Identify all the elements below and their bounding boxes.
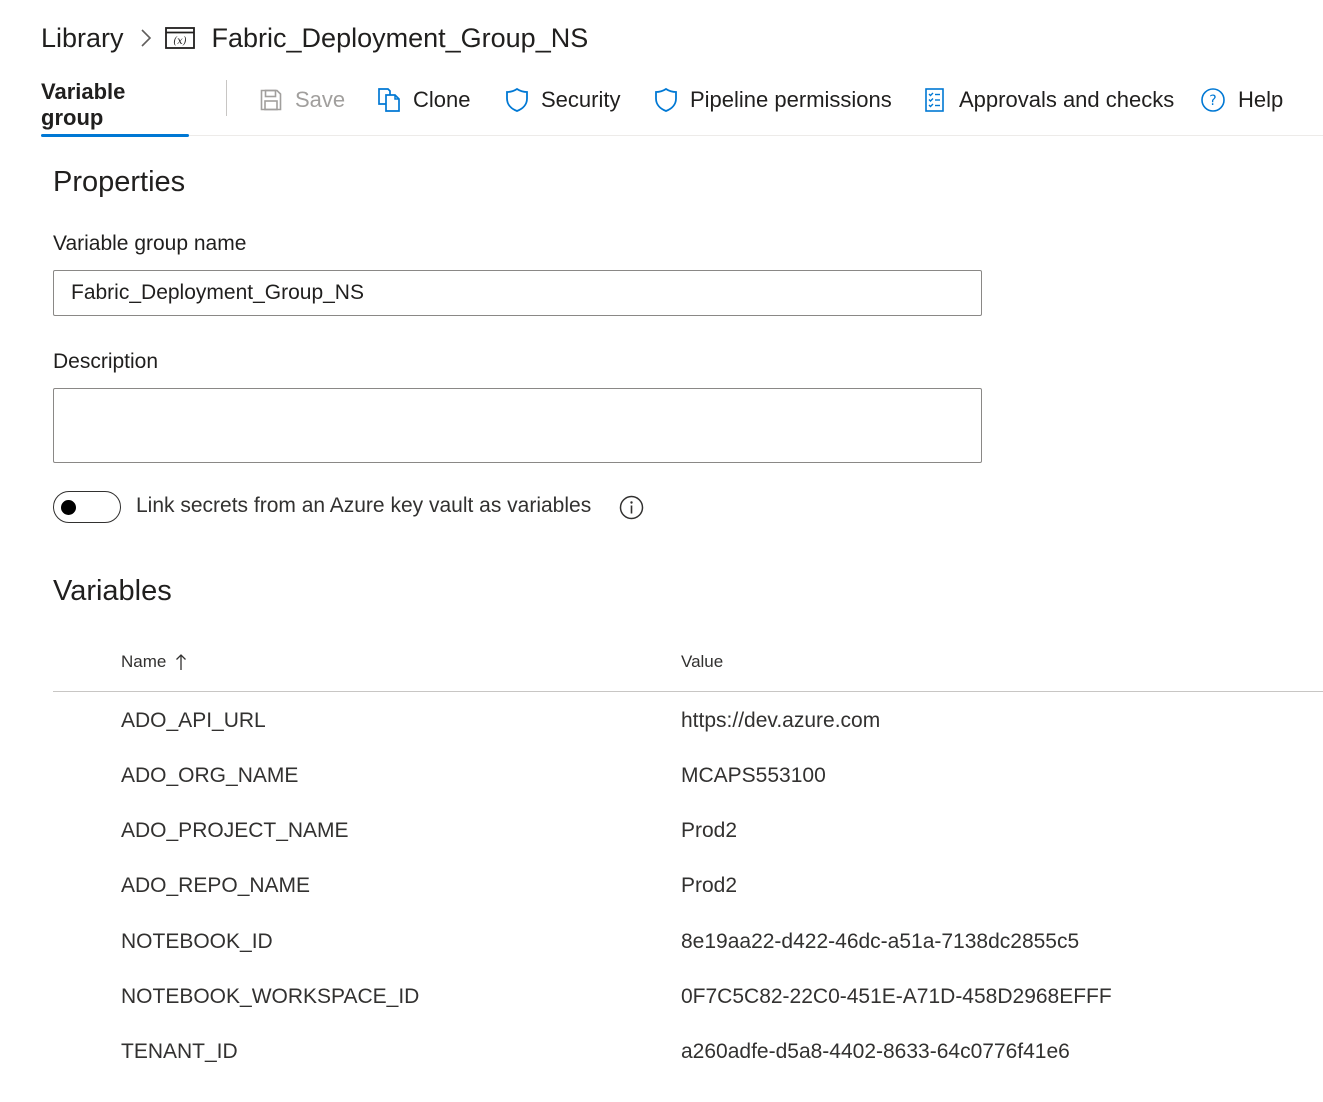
tab-active-indicator — [41, 134, 189, 137]
variable-name-cell: ADO_PROJECT_NAME — [121, 819, 349, 842]
approvals-and-checks-button[interactable]: Approvals and checks — [923, 76, 1174, 124]
column-header-name[interactable]: Name — [121, 652, 187, 672]
variables-heading: Variables — [53, 575, 172, 607]
variable-name-cell: TENANT_ID — [121, 1040, 238, 1063]
pipeline-permissions-button[interactable]: Pipeline permissions — [654, 76, 892, 124]
approvals-and-checks-button-label: Approvals and checks — [959, 87, 1175, 112]
toolbar: Variable group Save Clone Security Pipel… — [41, 76, 1323, 137]
variable-group-name-input[interactable] — [53, 270, 982, 316]
shield-icon — [654, 87, 678, 113]
save-button-label: Save — [295, 87, 346, 112]
table-row[interactable]: ADO_ORG_NAME MCAPS553100 — [53, 748, 1323, 803]
properties-heading: Properties — [53, 166, 186, 198]
description-label: Description — [53, 350, 159, 373]
toggle-knob — [61, 500, 76, 515]
variable-group-name-label: Variable group name — [53, 232, 247, 255]
variable-value-cell: Prod2 — [681, 874, 738, 897]
variable-name-cell: ADO_REPO_NAME — [121, 874, 311, 897]
column-header-value: Value — [681, 652, 723, 672]
security-button-label: Security — [541, 87, 621, 112]
svg-text:?: ? — [1209, 93, 1216, 109]
chevron-right-icon — [140, 29, 152, 47]
variable-name-cell: NOTEBOOK_WORKSPACE_ID — [121, 985, 420, 1008]
shield-icon — [505, 87, 529, 113]
clone-button-label: Clone — [413, 87, 471, 112]
save-icon — [259, 88, 283, 112]
info-icon[interactable] — [619, 495, 644, 520]
variable-name-cell: NOTEBOOK_ID — [121, 930, 273, 953]
clone-icon — [377, 87, 401, 113]
variable-value-cell: a260adfe-d5a8-4402-8633-64c0776f41e6 — [681, 1040, 1070, 1063]
table-row[interactable]: ADO_API_URL https://dev.azure.com — [53, 693, 1323, 748]
security-button[interactable]: Security — [505, 76, 620, 124]
keyvault-toggle-label: Link secrets from an Azure key vault as … — [136, 494, 592, 517]
pipeline-permissions-button-label: Pipeline permissions — [690, 87, 892, 112]
table-row[interactable]: NOTEBOOK_WORKSPACE_ID 0F7C5C82-22C0-451E… — [53, 969, 1323, 1024]
variable-group-icon: (x) — [164, 27, 195, 49]
breadcrumb-library-link[interactable]: Library — [41, 23, 124, 54]
variable-name-cell: ADO_API_URL — [121, 709, 266, 732]
variable-value-cell: 0F7C5C82-22C0-451E-A71D-458D2968EFFF — [681, 985, 1112, 1008]
table-row[interactable]: ADO_PROJECT_NAME Prod2 — [53, 803, 1323, 858]
column-header-value-label: Value — [681, 652, 724, 671]
help-icon: ? — [1200, 87, 1226, 113]
clone-button[interactable]: Clone — [377, 76, 470, 124]
table-row[interactable]: ADO_REPO_NAME Prod2 — [53, 858, 1323, 913]
tab-variable-group[interactable]: Variable group — [41, 76, 189, 134]
sort-ascending-icon — [175, 653, 187, 671]
description-input[interactable] — [53, 388, 982, 463]
breadcrumb-current: Fabric_Deployment_Group_NS — [211, 22, 589, 53]
variables-table-header: Name Value — [53, 644, 1323, 692]
svg-text:(x): (x) — [173, 36, 187, 47]
keyvault-toggle[interactable] — [53, 491, 121, 523]
approvals-icon — [923, 87, 947, 113]
variable-value-cell: Prod2 — [681, 819, 738, 842]
tab-variable-group-label: Variable group — [41, 79, 126, 130]
variable-value-cell: 8e19aa22-d422-46dc-a51a-7138dc2855c5 — [681, 930, 1080, 953]
variable-value-cell: MCAPS553100 — [681, 764, 826, 787]
help-button-label: Help — [1238, 87, 1284, 112]
save-button[interactable]: Save — [259, 76, 345, 124]
breadcrumb: Library (x) Fabric_Deployment_Group_NS — [41, 18, 588, 58]
column-header-name-label: Name — [121, 652, 167, 671]
table-row[interactable]: TENANT_ID a260adfe-d5a8-4402-8633-64c077… — [53, 1024, 1323, 1079]
help-button[interactable]: ? Help — [1200, 76, 1283, 124]
variable-value-cell: https://dev.azure.com — [681, 709, 881, 732]
toolbar-divider — [226, 80, 227, 116]
table-row[interactable]: NOTEBOOK_ID 8e19aa22-d422-46dc-a51a-7138… — [53, 914, 1323, 969]
variable-name-cell: ADO_ORG_NAME — [121, 764, 299, 787]
